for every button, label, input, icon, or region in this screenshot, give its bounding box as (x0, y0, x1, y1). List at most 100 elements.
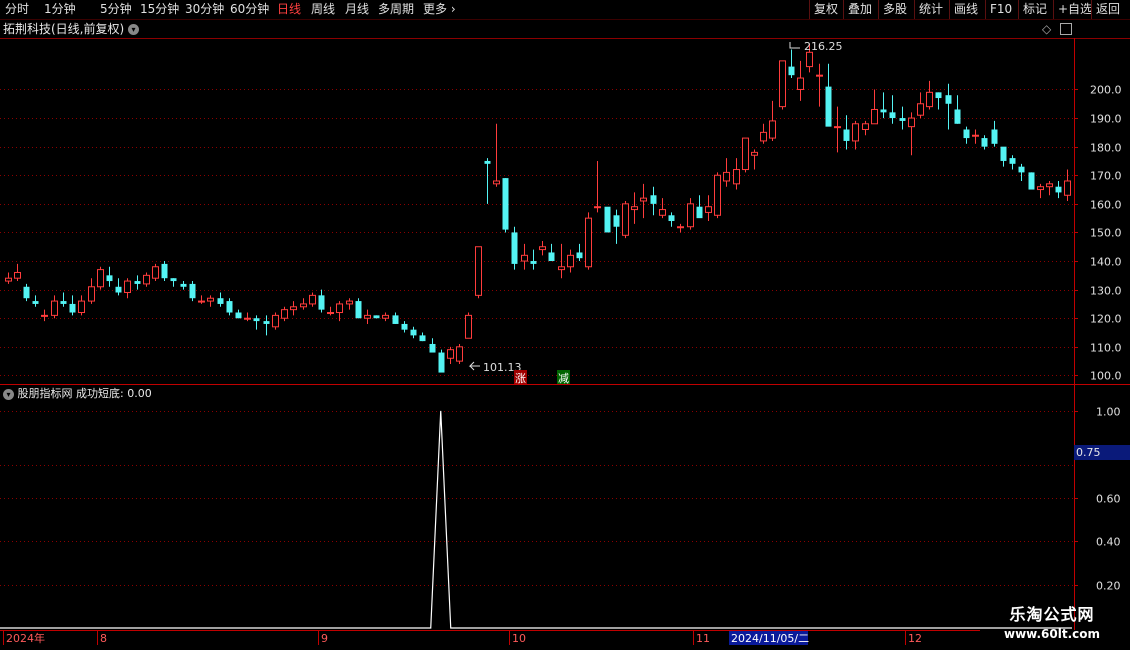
candle-body-up (493, 180, 500, 185)
indicator-tick-label: 0.40 (1096, 536, 1121, 549)
candle-body-up (714, 174, 721, 216)
candle (705, 195, 712, 222)
candle-body-up (51, 300, 58, 316)
candle-body-down (899, 118, 906, 121)
candle (659, 198, 666, 219)
candle (1000, 146, 1007, 167)
date-label: 2024年 (6, 631, 45, 645)
candle-body-down (235, 312, 242, 319)
candle (687, 198, 694, 230)
price-tick-label: 130.0 (1090, 285, 1122, 298)
candle-body-up (78, 300, 85, 314)
candle (217, 292, 224, 307)
low-pointer (468, 361, 480, 371)
candle-body-down (963, 129, 970, 139)
candle-body-down (23, 286, 30, 299)
signal-up-label: 涨 (515, 372, 526, 385)
candle-body-up (751, 151, 758, 156)
candle (51, 295, 58, 319)
candle (548, 243, 555, 262)
candle-body-down (576, 252, 583, 259)
price-tick-label: 190.0 (1090, 113, 1122, 126)
candle-body-down (668, 215, 675, 222)
candle-body-up (659, 209, 666, 216)
candle (945, 83, 952, 130)
candle-body-up (567, 254, 574, 268)
candle (447, 346, 454, 364)
kline-chart[interactable]: 200.0 190.0 180.0 170.0 160.0 150.0 140.0 130.0… (0, 0, 1130, 650)
candle (594, 160, 601, 213)
candle (364, 309, 371, 324)
price-tick-label: 200.0 (1090, 84, 1122, 97)
candle (309, 292, 316, 307)
candle-body-up (862, 123, 869, 131)
candle-body-up (1037, 186, 1044, 191)
candle (1009, 155, 1016, 170)
candle-body-up (1046, 183, 1053, 188)
candles (5, 43, 1071, 373)
chevron-down-icon[interactable]: ▾ (3, 388, 14, 400)
candle-body-down (1055, 186, 1062, 193)
candle (327, 306, 334, 316)
candle (677, 223, 684, 233)
grid (0, 89, 1074, 586)
signal-up-marker: 涨 (514, 370, 527, 385)
candle-body-up (475, 246, 482, 296)
candle-body-up (272, 314, 279, 328)
candle (788, 49, 795, 79)
candle-body-down (410, 329, 417, 336)
candle (539, 241, 546, 256)
candle-body-down (613, 215, 620, 227)
date-cursor-label: 2024/11/05/二 (731, 632, 809, 645)
candle (1046, 180, 1053, 196)
candle-body-up (677, 226, 684, 229)
candle (668, 212, 675, 227)
candle-body-down (429, 343, 436, 353)
candle (189, 281, 196, 302)
candle (207, 295, 214, 307)
candle (419, 332, 426, 342)
candle (244, 312, 251, 322)
price-tick-label: 110.0 (1090, 342, 1122, 355)
candle (1028, 172, 1035, 190)
price-tick-label: 140.0 (1090, 256, 1122, 269)
candle (97, 266, 104, 290)
candle (521, 243, 528, 270)
candle (465, 312, 472, 339)
candle-body-up (309, 294, 316, 305)
candle (880, 92, 887, 119)
candle (723, 158, 730, 187)
candle-body-down (226, 301, 233, 313)
candle (779, 60, 786, 110)
candle-body-down (889, 112, 896, 119)
candle (438, 349, 445, 373)
candle-body-up (327, 312, 334, 315)
candle-body-up (364, 314, 371, 319)
candle-body-up (926, 91, 933, 108)
candle (852, 120, 859, 150)
candle-body-down (1009, 158, 1016, 164)
candle-body-down (935, 92, 942, 99)
candle-body-up (871, 108, 878, 125)
candle-body-down (825, 86, 832, 127)
candle (797, 60, 804, 101)
candle (769, 100, 776, 141)
candle-body-down (1000, 146, 1007, 161)
candle-body-down (502, 178, 509, 230)
candle-body-down (253, 318, 260, 322)
indicator-tick-label: 1.00 (1096, 406, 1121, 419)
candle (198, 295, 205, 304)
candle (60, 292, 67, 307)
candle-body-up (631, 206, 638, 211)
candle (253, 315, 260, 330)
candle (484, 158, 491, 204)
candle-body-up (687, 203, 694, 228)
candle (106, 266, 113, 287)
candle (991, 120, 998, 147)
candle-body-up (779, 60, 786, 108)
watermark-url: www.60lt.com (1003, 627, 1101, 641)
candle-body-up (622, 203, 629, 236)
indicator-titlebar: ▾ 股朋指标网 成功短底: 0.00 (3, 386, 152, 402)
candle (180, 281, 187, 290)
candle (1064, 169, 1071, 201)
